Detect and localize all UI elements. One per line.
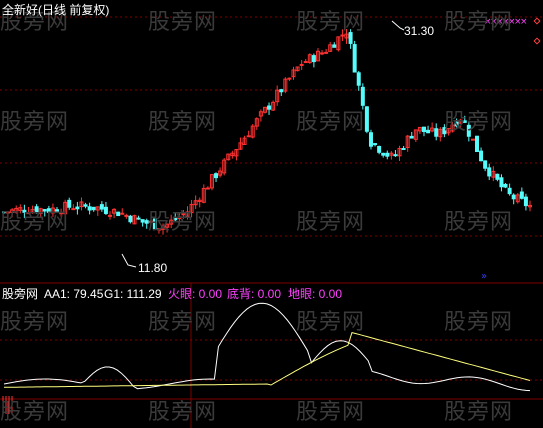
candle-body — [454, 121, 459, 127]
candle-body — [495, 173, 500, 180]
candle-body — [434, 128, 439, 137]
candle-body — [67, 199, 72, 208]
candle-body — [320, 52, 325, 55]
candle-body — [120, 212, 125, 215]
candle-body — [267, 105, 272, 110]
candle-body — [2, 211, 6, 214]
candle-body — [519, 191, 524, 199]
candle-body — [503, 183, 508, 188]
candle-body — [108, 214, 113, 217]
candle-body — [483, 160, 488, 169]
candle-body — [279, 89, 284, 93]
chart-title: 全新好(日线 前复权) — [2, 3, 110, 17]
candle-body — [303, 61, 308, 64]
max-price-pointer — [391, 20, 405, 31]
indicator-name: 股旁网 — [2, 287, 39, 301]
candle-body — [462, 120, 467, 123]
candle-body — [152, 218, 157, 230]
candle-body — [26, 212, 31, 215]
candle-body — [373, 143, 378, 146]
candle-body — [426, 129, 431, 134]
candle-body — [442, 127, 447, 135]
candle-body — [364, 106, 369, 132]
candle-body — [360, 86, 365, 106]
candle-body — [368, 132, 373, 147]
candle-body — [487, 167, 492, 177]
candle-body — [409, 135, 414, 139]
candle-body — [523, 196, 528, 207]
chart-canvas[interactable]: ×××××××» — [0, 0, 543, 428]
candle-body — [214, 173, 219, 179]
candle-body — [377, 145, 382, 153]
candle-body — [173, 216, 178, 221]
aa1-value: AA1: 79.45 — [44, 287, 104, 301]
candle-body — [340, 34, 345, 37]
candle-body — [246, 135, 251, 138]
candle-body — [71, 208, 76, 211]
candle-body — [393, 154, 398, 157]
candle-body — [332, 44, 337, 48]
candle-body — [299, 63, 304, 66]
stock-chart-window: × × × × × × ×» 股旁网 股旁网 股旁网 股旁网 股旁网 股旁网 股旁网 股旁网… — [0, 0, 543, 428]
candle-body — [116, 211, 121, 217]
candle-body — [103, 206, 108, 214]
candle-body — [507, 187, 512, 195]
candle-body — [91, 206, 96, 211]
candle-body — [205, 187, 210, 190]
candle-body — [511, 194, 516, 200]
candle-body — [99, 204, 104, 210]
candle-body — [356, 72, 361, 86]
candle-body — [470, 138, 475, 141]
candle-body — [474, 135, 479, 153]
candle-body — [144, 220, 149, 224]
aa1-line — [3, 302, 531, 392]
diyan-value: 地眼: 0.00 — [288, 287, 343, 301]
candle-body — [136, 217, 141, 220]
x-marker-icon: × — [520, 17, 528, 27]
candle-body — [75, 206, 80, 210]
huoyan-value: 火眼: 0.00 — [168, 287, 223, 301]
candle-body — [324, 51, 329, 54]
candle-body — [55, 209, 60, 213]
candle-body — [401, 148, 406, 151]
diamond-marker-icon — [533, 17, 541, 25]
candle-body — [128, 215, 133, 223]
arrow-marker-icon: » — [481, 271, 487, 282]
candle-body — [499, 177, 504, 188]
candle-body — [140, 219, 145, 223]
candle-body — [22, 209, 27, 213]
candle-body — [6, 211, 11, 214]
candle-body — [348, 32, 353, 44]
candle-body — [42, 209, 47, 212]
candle-body — [124, 214, 129, 217]
min-price-pointer — [121, 253, 137, 268]
candle-body — [421, 126, 426, 133]
max-price-label: 31.30 — [404, 24, 435, 38]
candle-body — [87, 206, 92, 211]
candle-body — [381, 152, 386, 156]
candle-body — [59, 212, 64, 215]
min-price-label: 11.80 — [138, 261, 168, 275]
candle-body — [479, 150, 484, 162]
candle-body — [466, 124, 471, 137]
candle-body — [352, 44, 357, 73]
candle-body — [287, 77, 292, 80]
dibei-value: 底背: 0.00 — [227, 287, 282, 301]
diamond-marker-icon — [533, 37, 541, 45]
candle-body — [34, 206, 39, 213]
candle-body — [385, 152, 390, 157]
candle-body — [181, 213, 186, 216]
g1-value: G1: 111.29 — [104, 287, 162, 301]
candle-body — [83, 204, 88, 207]
candle-body — [46, 208, 51, 213]
candle-body — [311, 55, 316, 63]
